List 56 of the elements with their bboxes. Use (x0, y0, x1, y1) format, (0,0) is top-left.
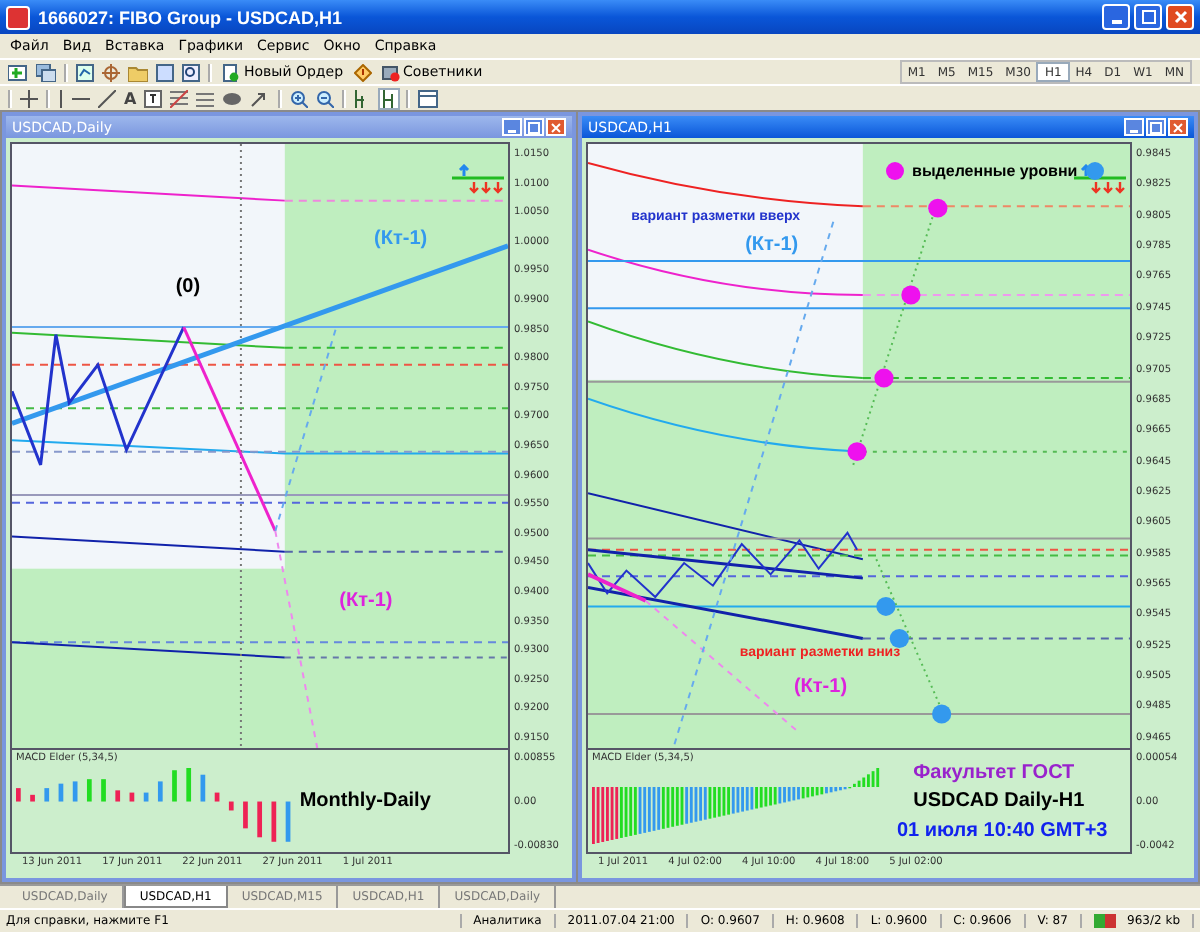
template-icon[interactable] (418, 89, 439, 107)
chart-annotation: (Кт-1) (374, 228, 428, 251)
chart-caption: 01 июля 10:40 GMT+3 (896, 819, 1108, 842)
level-marker (932, 704, 952, 724)
chart-annotation: (0) (175, 276, 201, 299)
maximize-icon (1150, 121, 1162, 133)
windows-icon[interactable] (36, 63, 56, 81)
ellipse-icon[interactable] (222, 91, 243, 105)
channel-icon[interactable] (196, 89, 215, 107)
level-marker (889, 629, 909, 648)
maximize-icon (528, 121, 540, 133)
wave-line (588, 572, 647, 603)
zoom-out-icon[interactable] (316, 89, 335, 107)
vertical-line-icon[interactable] (58, 89, 64, 107)
chart-annotation: (Кт-1) (745, 234, 799, 257)
new-chart-icon[interactable] (8, 63, 28, 81)
app-icon (6, 5, 30, 29)
level-marker (874, 368, 894, 388)
text-label-icon[interactable] (144, 89, 163, 107)
minimize-button[interactable] (1124, 118, 1144, 136)
window-title: 1666027: FIBO Group - USDCAD,H1 (38, 7, 343, 27)
chart-caption: Факультет ГОСТ (913, 762, 1075, 785)
connection-bars-icon (1093, 914, 1116, 928)
maximize-button[interactable] (1134, 4, 1162, 30)
fibonacci-icon[interactable] (170, 89, 189, 107)
level-marker (876, 597, 896, 616)
chart-annotation: (Кт-1) (793, 675, 848, 698)
maximize-button[interactable] (524, 118, 544, 136)
trend-arrows-icon (448, 164, 504, 196)
close-button[interactable] (1166, 4, 1194, 30)
chart-caption: Monthly-Daily (299, 790, 431, 813)
maximize-icon (1141, 10, 1155, 24)
minimize-button[interactable] (502, 118, 522, 136)
level-marker (901, 285, 921, 305)
minimize-button[interactable] (1102, 4, 1130, 30)
level-marker (847, 442, 867, 462)
arrow-icon[interactable] (250, 89, 271, 107)
trend-line-icon[interactable] (98, 89, 116, 107)
zoom-in-icon[interactable] (290, 89, 309, 107)
maximize-button[interactable] (1146, 118, 1166, 136)
text-tool-button[interactable]: A (124, 89, 137, 107)
market-watch-icon[interactable] (76, 63, 94, 81)
close-button[interactable] (1168, 118, 1188, 136)
crosshair-icon[interactable] (20, 89, 38, 107)
close-icon (1173, 10, 1187, 24)
chart-annotation: (Кт-1) (339, 590, 393, 613)
horizontal-line-icon[interactable] (72, 95, 90, 101)
close-icon (550, 121, 562, 133)
close-button[interactable] (546, 118, 566, 136)
warning-icon[interactable] (353, 63, 372, 81)
chart-caption: USDCAD Daily-H1 (913, 790, 1085, 813)
robot-icon (381, 63, 400, 81)
level-marker (928, 198, 948, 218)
legend-text: выделенные уровни (912, 162, 1078, 181)
close-icon (1172, 121, 1184, 133)
crosshair-icon[interactable] (102, 63, 120, 81)
